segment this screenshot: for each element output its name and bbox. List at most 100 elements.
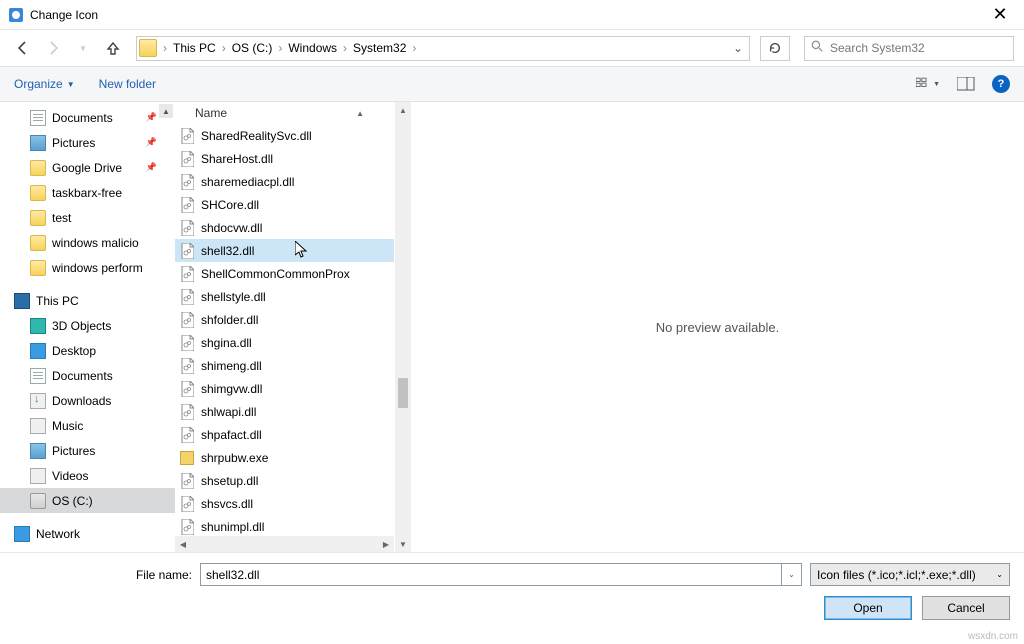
search-placeholder: Search System32 xyxy=(830,41,925,55)
cancel-button[interactable]: Cancel xyxy=(922,596,1010,620)
scroll-up-button[interactable]: ▲ xyxy=(395,102,411,118)
file-row[interactable]: SHCore.dll xyxy=(175,193,394,216)
chevron-right-icon[interactable]: › xyxy=(276,41,284,55)
dll-file-icon xyxy=(179,151,195,167)
file-name: shsvcs.dll xyxy=(201,497,253,511)
dll-file-icon xyxy=(179,197,195,213)
sidebar-item[interactable]: Documents📌 xyxy=(0,105,175,130)
sidebar-item[interactable]: Pictures xyxy=(0,438,175,463)
chevron-right-icon[interactable]: › xyxy=(220,41,228,55)
sidebar-item[interactable]: Google Drive📌 xyxy=(0,155,175,180)
chevron-right-icon[interactable]: › xyxy=(161,41,169,55)
file-name: SHCore.dll xyxy=(201,198,259,212)
scroll-left-button[interactable]: ◀ xyxy=(175,536,191,552)
sidebar-item-label: Desktop xyxy=(52,344,96,358)
scroll-down-button[interactable]: ▼ xyxy=(395,536,411,552)
sidebar-item[interactable]: Desktop xyxy=(0,338,175,363)
preview-pane-button[interactable] xyxy=(954,74,978,94)
breadcrumb-segment[interactable]: System32 xyxy=(349,39,410,57)
vid-icon xyxy=(30,468,46,484)
sidebar-item[interactable]: test xyxy=(0,205,175,230)
exe-file-icon xyxy=(179,450,195,466)
file-row[interactable]: shpafact.dll xyxy=(175,423,394,446)
search-input[interactable]: Search System32 xyxy=(804,36,1014,61)
sidebar-item[interactable]: Music xyxy=(0,413,175,438)
sidebar-item[interactable]: Pictures📌 xyxy=(0,130,175,155)
file-row[interactable]: shunimpl.dll xyxy=(175,515,394,536)
sidebar-item[interactable]: Documents xyxy=(0,363,175,388)
preview-pane: No preview available. xyxy=(411,102,1024,552)
scroll-right-button[interactable]: ▶ xyxy=(378,536,394,552)
recent-dropdown[interactable]: ▼ xyxy=(70,35,96,61)
sidebar-item[interactable]: taskbarx-free xyxy=(0,180,175,205)
open-button[interactable]: Open xyxy=(824,596,912,620)
view-mode-button[interactable]: ▼ xyxy=(916,74,940,94)
scroll-up-button[interactable]: ▲ xyxy=(159,104,173,118)
sidebar-network[interactable]: Network xyxy=(0,521,175,546)
column-header-name[interactable]: Name ▲ xyxy=(175,102,394,124)
forward-button[interactable] xyxy=(40,35,66,61)
file-row[interactable]: shimeng.dll xyxy=(175,354,394,377)
titlebar: Change Icon ✕ xyxy=(0,0,1024,30)
sidebar-item-label: windows malicio xyxy=(52,236,139,250)
refresh-button[interactable] xyxy=(760,36,790,61)
new-folder-button[interactable]: New folder xyxy=(99,77,156,91)
dll-file-icon xyxy=(179,427,195,443)
doc-icon xyxy=(30,368,46,384)
close-button[interactable]: ✕ xyxy=(984,4,1016,25)
scrollbar-thumb[interactable] xyxy=(398,378,408,408)
dll-file-icon xyxy=(179,496,195,512)
filetype-select[interactable]: Icon files (*.ico;*.icl;*.exe;*.dll) ⌄ xyxy=(810,563,1010,586)
file-row[interactable]: ShellCommonCommonProx xyxy=(175,262,394,285)
file-row[interactable]: shellstyle.dll xyxy=(175,285,394,308)
file-row[interactable]: sharemediacpl.dll xyxy=(175,170,394,193)
sidebar-item[interactable]: Videos xyxy=(0,463,175,488)
sidebar-item[interactable]: OS (C:) xyxy=(0,488,175,513)
sidebar-item-label: test xyxy=(52,211,71,225)
dll-file-icon xyxy=(179,519,195,535)
sidebar-this-pc[interactable]: This PC xyxy=(0,288,175,313)
dll-file-icon xyxy=(179,473,195,489)
breadcrumb-segment[interactable]: Windows xyxy=(284,39,341,57)
sidebar-item[interactable]: windows perform xyxy=(0,255,175,280)
file-name: ShellCommonCommonProx xyxy=(201,267,350,281)
sidebar-item[interactable]: windows malicio xyxy=(0,230,175,255)
horizontal-scrollbar[interactable]: ◀ ▶ xyxy=(175,536,394,552)
file-row[interactable]: SharedRealitySvc.dll xyxy=(175,124,394,147)
help-button[interactable]: ? xyxy=(992,75,1010,93)
file-row[interactable]: shimgvw.dll xyxy=(175,377,394,400)
sidebar-item-label: Documents xyxy=(52,369,113,383)
file-row[interactable]: shsvcs.dll xyxy=(175,492,394,515)
breadcrumb-segment[interactable]: This PC xyxy=(169,39,220,57)
sidebar-item-label: taskbarx-free xyxy=(52,186,122,200)
file-row[interactable]: shell32.dll xyxy=(175,239,394,262)
breadcrumb-segment[interactable]: OS (C:) xyxy=(228,39,277,57)
organize-button[interactable]: Organize▼ xyxy=(14,77,75,91)
file-row[interactable]: ShareHost.dll xyxy=(175,147,394,170)
pc-icon xyxy=(14,293,30,309)
back-button[interactable] xyxy=(10,35,36,61)
filename-input[interactable] xyxy=(200,563,782,586)
sidebar-item-label: Pictures xyxy=(52,136,95,150)
file-row[interactable]: shfolder.dll xyxy=(175,308,394,331)
chevron-right-icon[interactable]: › xyxy=(410,41,418,55)
file-row[interactable]: shgina.dll xyxy=(175,331,394,354)
sidebar-item-label: Videos xyxy=(52,469,88,483)
file-row[interactable]: shrpubw.exe xyxy=(175,446,394,469)
file-name: shlwapi.dll xyxy=(201,405,256,419)
dll-file-icon xyxy=(179,335,195,351)
file-row[interactable]: shlwapi.dll xyxy=(175,400,394,423)
filename-dropdown[interactable]: ⌄ xyxy=(782,563,802,586)
file-row[interactable]: shsetup.dll xyxy=(175,469,394,492)
address-dropdown[interactable]: ⌄ xyxy=(727,41,749,55)
doc-icon xyxy=(30,110,46,126)
chevron-right-icon[interactable]: › xyxy=(341,41,349,55)
sidebar-item[interactable]: 3D Objects xyxy=(0,313,175,338)
address-bar[interactable]: › This PC › OS (C:) › Windows › System32… xyxy=(136,36,750,61)
search-icon xyxy=(811,40,824,56)
up-button[interactable] xyxy=(100,35,126,61)
footer: File name: ⌄ Icon files (*.ico;*.icl;*.e… xyxy=(0,552,1024,630)
vertical-scrollbar[interactable]: ▲ ▼ xyxy=(395,102,411,552)
file-row[interactable]: shdocvw.dll xyxy=(175,216,394,239)
sidebar-item[interactable]: Downloads xyxy=(0,388,175,413)
